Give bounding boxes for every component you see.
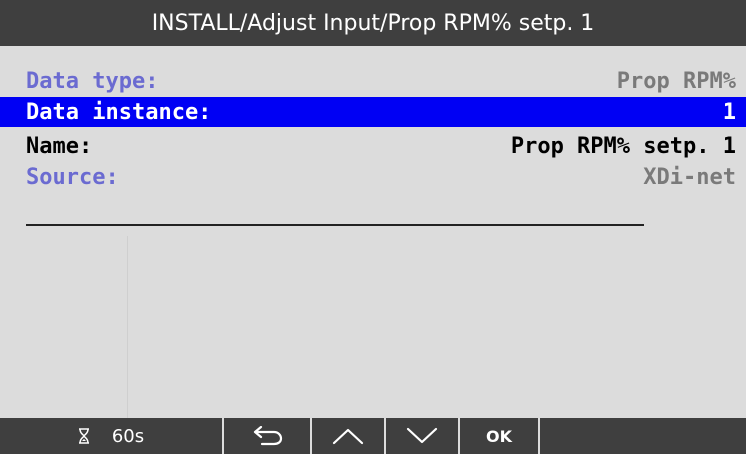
timer-label: 60s — [111, 425, 145, 447]
faint-grid-line — [127, 236, 128, 436]
field-label: Data instance: — [26, 99, 212, 125]
field-value: Prop RPM% setp. 1 — [510, 133, 736, 159]
field-row-data-type[interactable]: Data type: Prop RPM% — [0, 66, 746, 96]
field-value: XDi-net — [643, 164, 736, 190]
field-row-name[interactable]: Name: Prop RPM% setp. 1 — [0, 131, 746, 161]
field-label: Source: — [26, 164, 119, 190]
settings-list: Data type: Prop RPM% Data instance: 1 Na… — [0, 46, 746, 436]
page-title: INSTALL/Adjust Input/Prop RPM% setp. 1 — [151, 10, 595, 36]
up-softkey[interactable] — [312, 418, 384, 454]
field-label: Data type: — [26, 68, 159, 94]
instrument-screen: INSTALL/Adjust Input/Prop RPM% setp. 1 D… — [0, 0, 746, 454]
empty-softkey[interactable] — [540, 418, 746, 454]
field-value: Prop RPM% — [616, 68, 736, 94]
timer-softkey[interactable]: 60s — [0, 418, 222, 454]
softkey-bar: 60s OK — [0, 418, 746, 454]
chevron-down-icon — [406, 427, 438, 445]
field-label: Name: — [26, 133, 93, 159]
ok-label: OK — [486, 426, 512, 446]
title-bar: INSTALL/Adjust Input/Prop RPM% setp. 1 — [0, 0, 746, 46]
chevron-up-icon — [332, 427, 364, 445]
down-softkey[interactable] — [386, 418, 458, 454]
divider — [26, 224, 644, 226]
ok-softkey[interactable]: OK — [460, 418, 538, 454]
back-softkey[interactable] — [224, 418, 310, 454]
hourglass-icon — [78, 428, 90, 444]
field-row-source[interactable]: Source: XDi-net — [0, 162, 746, 192]
field-row-data-instance[interactable]: Data instance: 1 — [0, 97, 746, 127]
field-value: 1 — [722, 99, 736, 125]
back-arrow-icon — [250, 426, 284, 446]
